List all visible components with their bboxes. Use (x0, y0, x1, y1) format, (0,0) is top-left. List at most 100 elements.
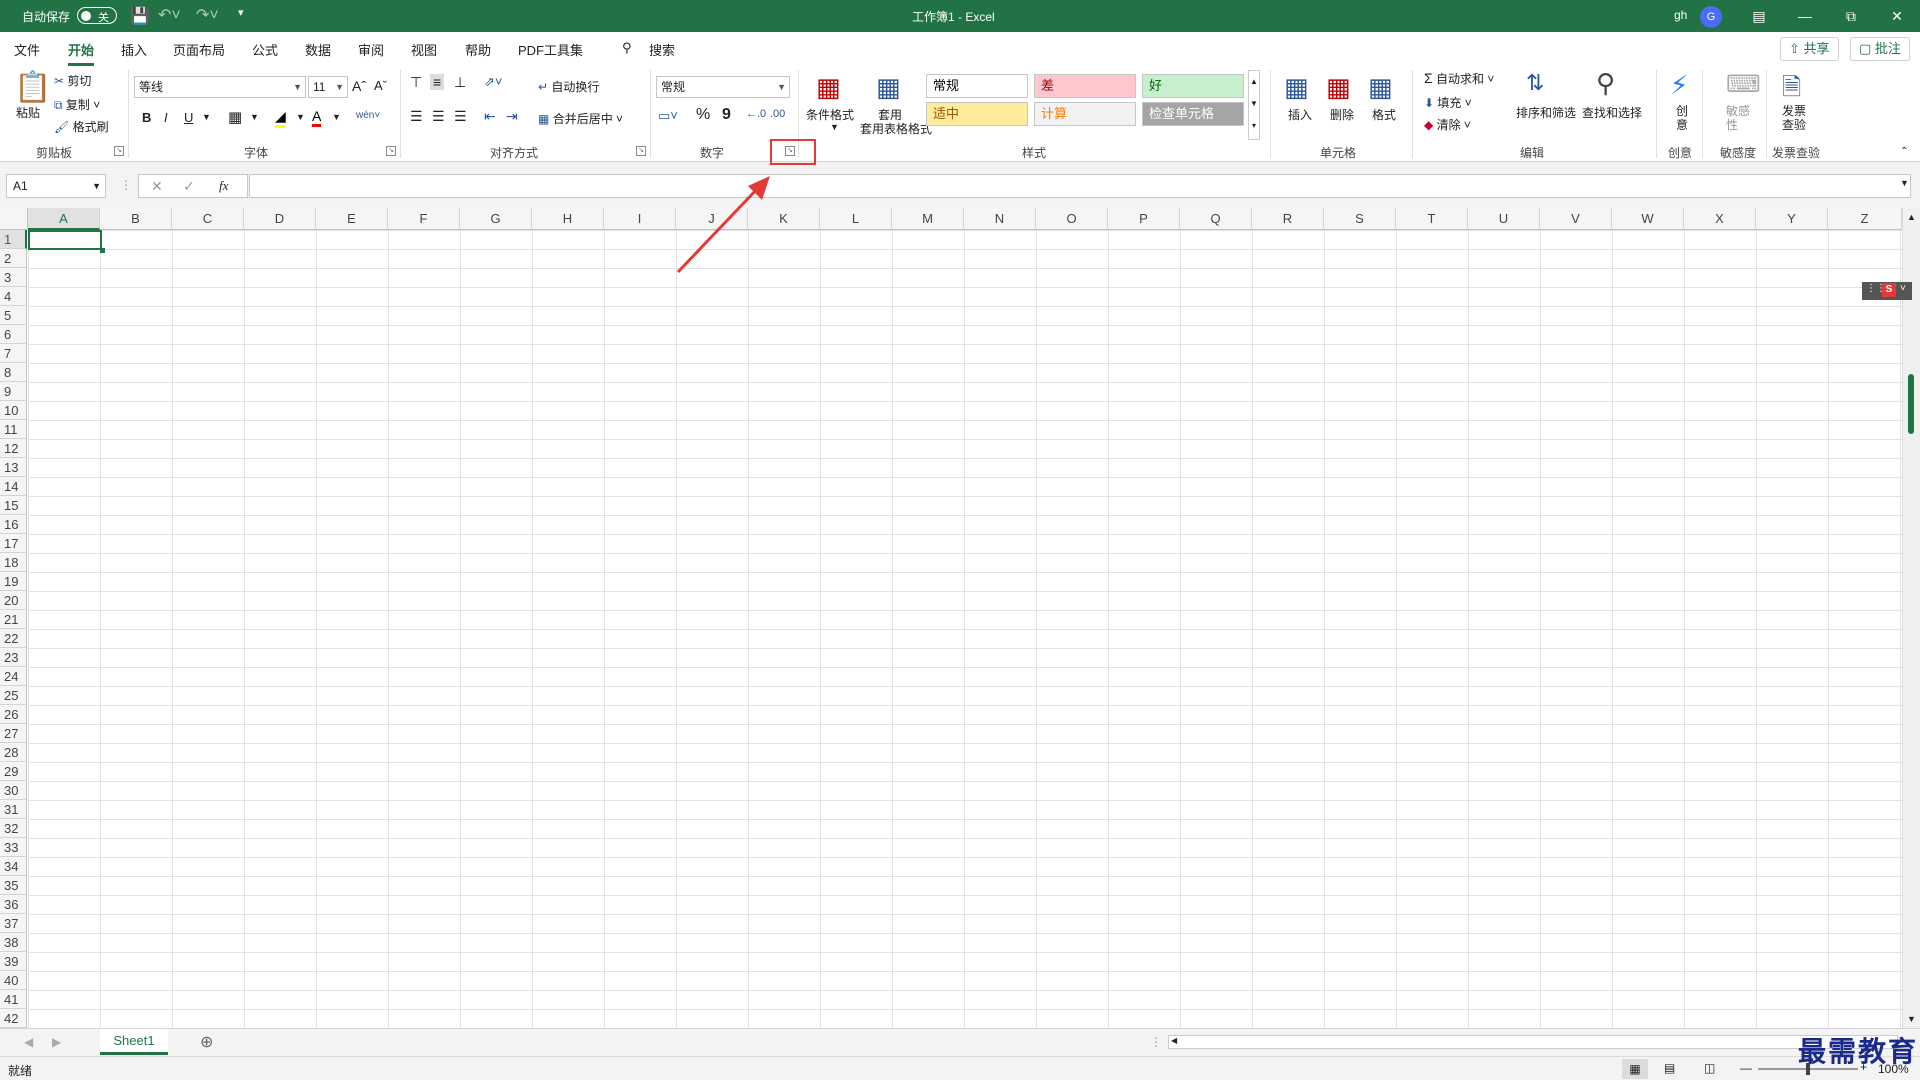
close-icon[interactable]: ✕ (1874, 0, 1920, 32)
paste-button[interactable]: 粘贴 (16, 104, 40, 121)
tab-data[interactable]: 数据 (305, 40, 331, 59)
row-header[interactable]: 34 (0, 857, 27, 876)
row-header[interactable]: 6 (0, 325, 27, 344)
row-header[interactable]: 20 (0, 591, 27, 610)
decrease-font-icon[interactable]: Aˇ (374, 78, 387, 93)
column-header-a[interactable]: A (28, 208, 100, 230)
increase-decimal-icon[interactable]: ←.0 (746, 108, 766, 120)
selected-cell[interactable] (28, 230, 102, 250)
row-header[interactable]: 32 (0, 819, 27, 838)
cell-style-0[interactable]: 常规 (926, 74, 1028, 98)
page-layout-view-icon[interactable]: ▤ (1664, 1061, 1675, 1075)
redo-icon[interactable]: ↷˅ (196, 5, 219, 25)
wrap-text-button[interactable]: ↵ 自动换行 (538, 78, 599, 95)
sensitivity-button[interactable]: 敏感性 (1726, 104, 1754, 132)
fill-color-icon[interactable]: ◢ (275, 108, 286, 128)
column-header-f[interactable]: F (388, 208, 460, 230)
row-header[interactable]: 13 (0, 458, 27, 477)
column-header-h[interactable]: H (532, 208, 604, 230)
column-header-b[interactable]: B (100, 208, 172, 230)
insert-cells-button[interactable]: 插入 (1288, 106, 1312, 123)
cell-style-5[interactable]: 检查单元格 (1142, 102, 1244, 126)
chevron-down-icon[interactable]: ▼ (332, 112, 341, 122)
scroll-left-icon[interactable]: ◀ (1171, 1036, 1177, 1045)
copy-button[interactable]: ⧉ 复制 ˅ (54, 96, 100, 113)
add-sheet-icon[interactable]: ⊕ (200, 1032, 213, 1052)
tab-help[interactable]: 帮助 (465, 40, 491, 59)
bold-button[interactable]: B (142, 110, 151, 125)
column-header-p[interactable]: P (1108, 208, 1180, 230)
row-header[interactable]: 41 (0, 990, 27, 1009)
scroll-up-icon[interactable]: ▲ (1907, 212, 1916, 222)
align-top-icon[interactable]: ⊤ (410, 74, 422, 91)
format-painter-button[interactable]: 🖌 格式刷 (54, 118, 109, 135)
italic-button[interactable]: I (164, 110, 168, 125)
s-app-icon[interactable]: S (1882, 283, 1896, 297)
fill-handle[interactable] (100, 248, 105, 253)
currency-icon[interactable]: ▭˅ (658, 108, 678, 124)
orientation-icon[interactable]: ⇗˅ (484, 74, 502, 90)
enter-icon[interactable]: ✓ (183, 178, 195, 195)
fill-button[interactable]: ⬇ 填充 ˅ (1424, 94, 1472, 111)
tab-file[interactable]: 文件 (14, 40, 40, 59)
ribbon-display-icon[interactable]: ▤ (1736, 0, 1782, 32)
row-header[interactable]: 36 (0, 895, 27, 914)
find-select-icon[interactable]: ⚲ (1596, 68, 1615, 99)
row-header[interactable]: 18 (0, 553, 27, 572)
scroll-thumb[interactable] (1908, 374, 1914, 434)
phonetic-icon[interactable]: wén˅ (356, 110, 380, 121)
floating-toolbar[interactable]: ⋮⋮ S ˅ (1862, 282, 1912, 300)
next-sheet-icon[interactable]: ▶ (52, 1035, 61, 1049)
conditional-format-button[interactable]: 条件格式 (806, 106, 854, 123)
sort-filter-icon[interactable]: ⇅ (1526, 70, 1544, 96)
minimize-icon[interactable]: — (1782, 0, 1828, 32)
tab-page-layout[interactable]: 页面布局 (173, 40, 225, 59)
column-header-v[interactable]: V (1540, 208, 1612, 230)
clear-button[interactable]: ◆ 清除 ˅ (1424, 116, 1471, 133)
delete-cells-button[interactable]: 删除 (1330, 106, 1354, 123)
insert-cells-icon[interactable]: ▦ (1284, 72, 1309, 103)
merge-center-button[interactable]: ▦ 合并后居中 ˅ (538, 110, 623, 127)
column-header-c[interactable]: C (172, 208, 244, 230)
column-header-t[interactable]: T (1396, 208, 1468, 230)
comments-button[interactable]: ▢ 批注 (1850, 37, 1910, 61)
borders-icon[interactable]: ▦ (228, 108, 242, 126)
row-header[interactable]: 19 (0, 572, 27, 591)
prev-sheet-icon[interactable]: ◀ (24, 1035, 33, 1049)
align-left-icon[interactable]: ☰ (410, 108, 423, 125)
row-header[interactable]: 8 (0, 363, 27, 382)
column-header-r[interactable]: R (1252, 208, 1324, 230)
row-header[interactable]: 22 (0, 629, 27, 648)
font-color-icon[interactable]: A (312, 108, 322, 127)
column-header-l[interactable]: L (820, 208, 892, 230)
tab-view[interactable]: 视图 (411, 40, 437, 59)
row-header[interactable]: 7 (0, 344, 27, 363)
row-header[interactable]: 10 (0, 401, 27, 420)
avatar[interactable]: G (1700, 6, 1722, 28)
find-select-button[interactable]: 查找和选择 (1582, 104, 1642, 121)
chevron-down-icon[interactable]: ▼ (296, 112, 305, 122)
column-header-n[interactable]: N (964, 208, 1036, 230)
row-header[interactable]: 2 (0, 249, 27, 268)
column-header-u[interactable]: U (1468, 208, 1540, 230)
row-header[interactable]: 17 (0, 534, 27, 553)
page-break-view-icon[interactable]: ◫ (1704, 1061, 1715, 1075)
font-launcher-icon[interactable]: ↘ (386, 146, 396, 156)
row-header[interactable]: 12 (0, 439, 27, 458)
tab-formulas[interactable]: 公式 (252, 40, 278, 59)
column-header-e[interactable]: E (316, 208, 388, 230)
cancel-icon[interactable]: ✕ (151, 178, 163, 195)
column-header-z[interactable]: Z (1828, 208, 1902, 230)
comma-button[interactable]: 9 (722, 106, 731, 124)
table-format-button[interactable]: 套用表格格式 (860, 120, 932, 137)
row-header[interactable]: 38 (0, 933, 27, 952)
formula-input[interactable] (249, 174, 1911, 198)
font-name-select[interactable]: 等线 ▼ (134, 76, 306, 98)
percent-button[interactable]: % (696, 106, 710, 124)
row-header[interactable]: 35 (0, 876, 27, 895)
align-right-icon[interactable]: ☰ (454, 108, 467, 125)
column-header-o[interactable]: O (1036, 208, 1108, 230)
column-header-m[interactable]: M (892, 208, 964, 230)
tab-insert[interactable]: 插入 (121, 40, 147, 59)
row-header[interactable]: 42 (0, 1009, 27, 1028)
